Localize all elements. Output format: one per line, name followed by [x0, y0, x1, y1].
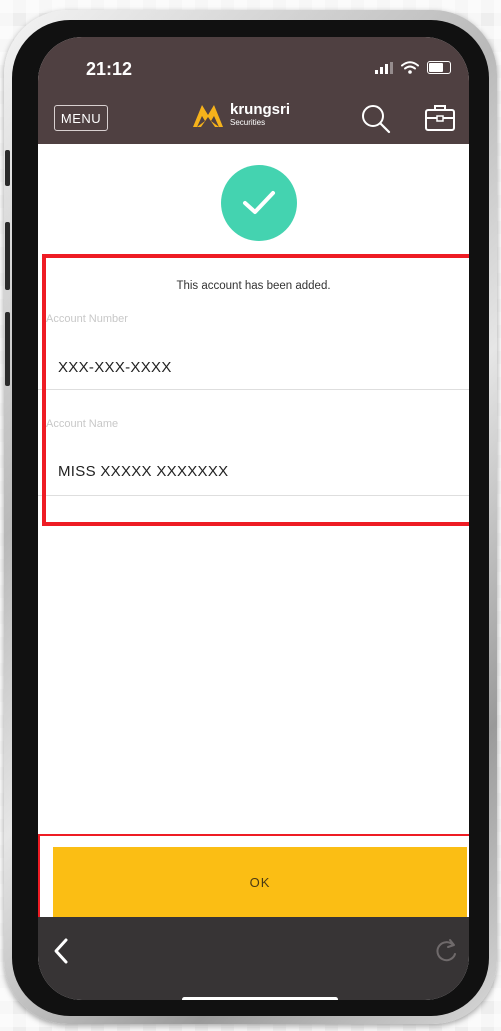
- phone-screen: 21:12 MENU krungsri Securities This acco…: [38, 37, 469, 1000]
- logo-mark-icon: [193, 105, 223, 127]
- browser-toolbar: [38, 917, 469, 1000]
- account-details-highlight: [42, 254, 469, 526]
- logo-name: krungsri: [230, 100, 291, 118]
- status-time: 21:12: [86, 59, 133, 79]
- menu-button[interactable]: MENU: [54, 105, 108, 131]
- mute-switch: [5, 150, 10, 186]
- home-indicator: [182, 997, 338, 1000]
- volume-up-button: [5, 222, 10, 290]
- check-icon: [243, 191, 275, 214]
- battery-icon: [427, 61, 451, 74]
- app-header: 21:12 MENU krungsri Securities: [38, 37, 469, 144]
- search-icon[interactable]: [358, 101, 392, 135]
- status-icons: [375, 61, 451, 74]
- signal-icon: [375, 62, 393, 74]
- volume-down-button: [5, 312, 10, 386]
- chevron-left-icon[interactable]: [52, 937, 70, 965]
- refresh-icon[interactable]: [433, 937, 459, 965]
- wifi-icon: [401, 61, 419, 74]
- logo-subtitle: Securities: [230, 117, 266, 127]
- krungsri-logo: krungsri Securities: [190, 99, 290, 129]
- ok-button-highlight: [38, 834, 469, 926]
- success-badge: [221, 165, 297, 241]
- briefcase-icon[interactable]: [423, 101, 457, 135]
